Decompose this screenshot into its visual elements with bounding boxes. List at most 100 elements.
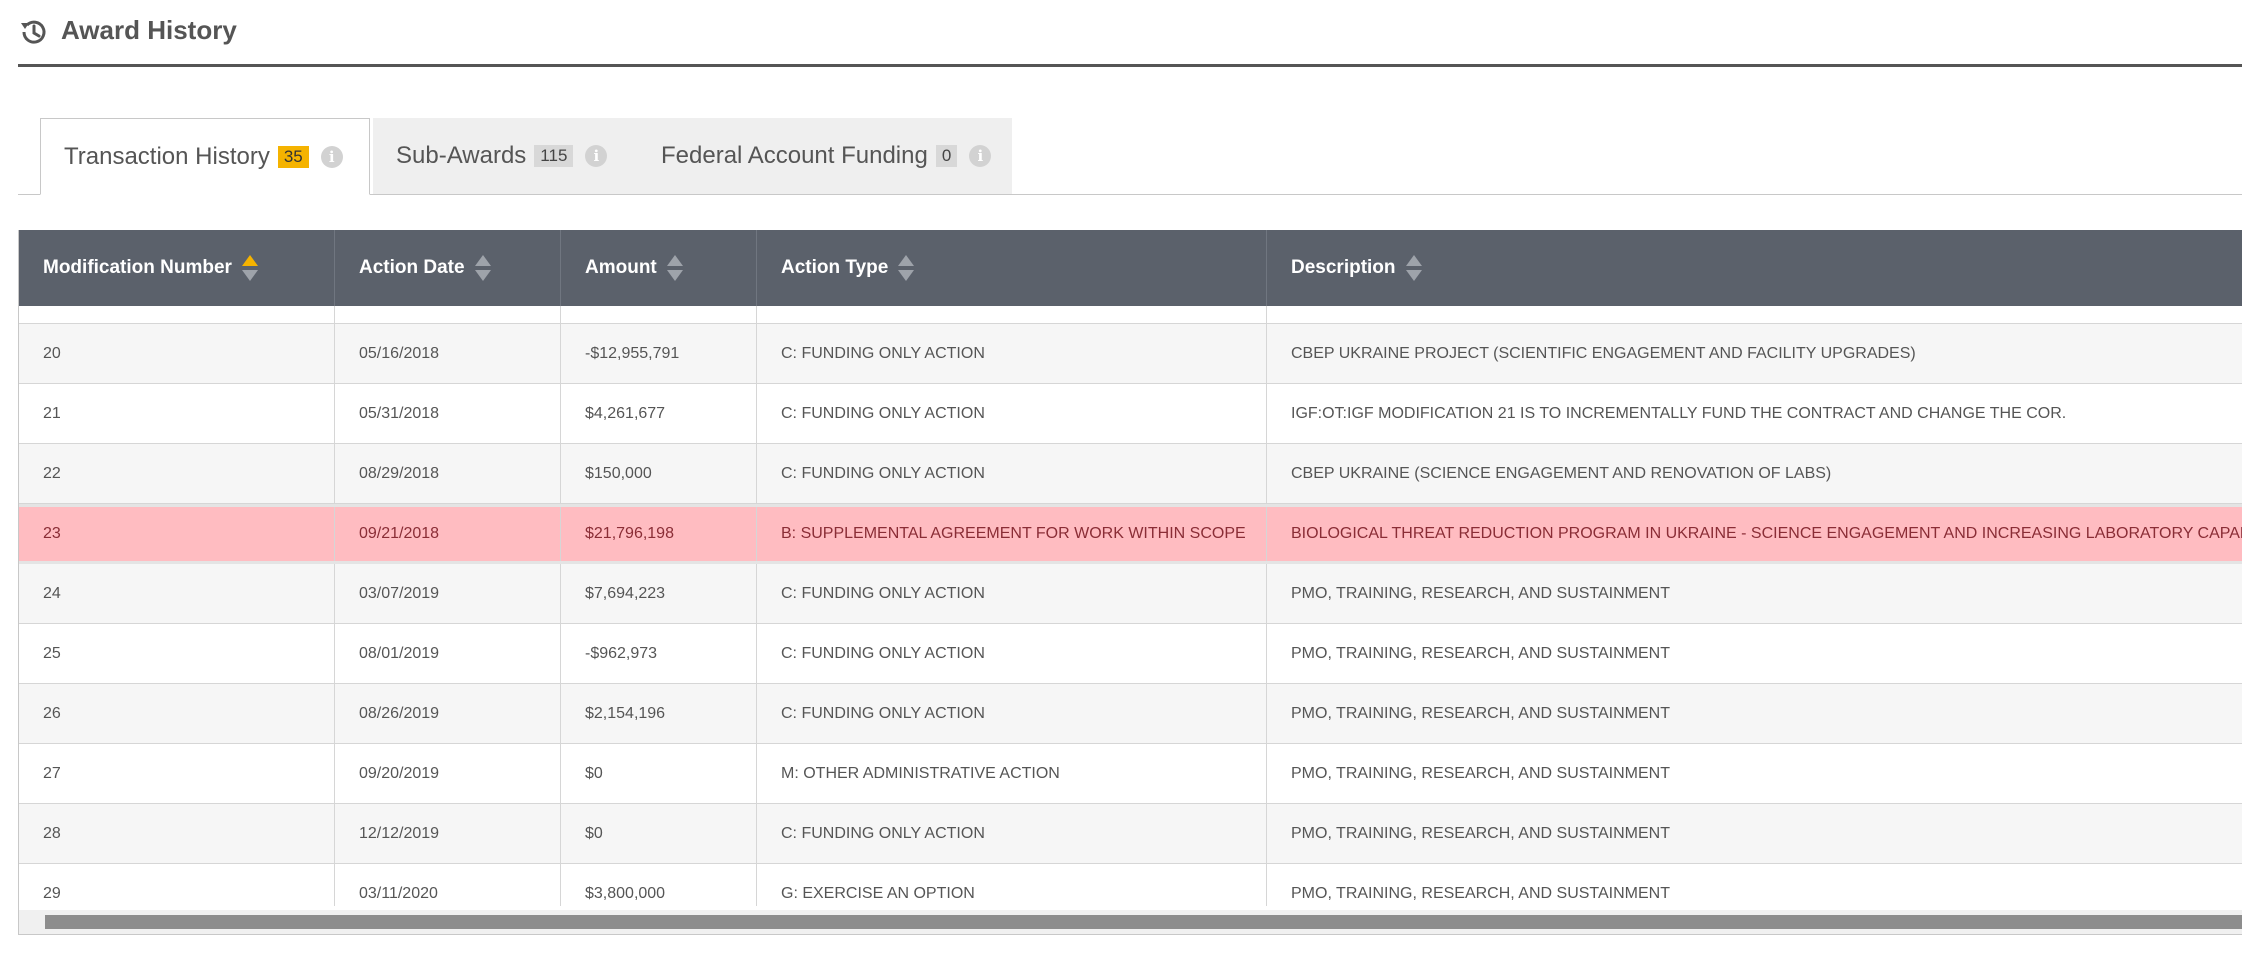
cell-action-date: 08/26/2019 [335,684,561,743]
cell-amount: -$962,973 [561,624,757,683]
page-title: Award History [61,15,237,45]
table-row[interactable]: 26 08/26/2019 $2,154,196 C: FUNDING ONLY AC… [19,684,2242,744]
award-history-page: Award History Transaction History 35 i S… [0,0,2242,968]
tab-count-badge: 115 [534,145,574,167]
cell-action-date: 08/01/2019 [335,624,561,683]
table-row[interactable]: 21 05/31/2018 $4,261,677 C: FUNDING ONLY AC… [19,384,2242,444]
table-row[interactable]: 25 08/01/2019 -$962,973 C: FUNDING ONLY ACT… [19,624,2242,684]
cell-description: CBEP UKRAINE PROJECT (SCIENTIFIC ENGAGEM… [1291,344,1916,362]
column-label: Amount [585,257,657,278]
cell-modification-number: 25 [19,624,335,683]
cell-action-type: C: FUNDING ONLY ACTION [757,564,1267,623]
cell-action-type: C: FUNDING ONLY ACTION [757,804,1267,863]
cell-action-date: 05/16/2018 [335,324,561,383]
transactions-table: Modification Number Action Date Amount A… [18,230,2242,935]
cell-action-date: 09/20/2019 [335,744,561,803]
info-icon[interactable]: i [585,145,608,167]
column-header-modification-number[interactable]: Modification Number [19,230,335,306]
cell-description: IGF:OT:IGF MODIFICATION 21 IS TO INCREME… [1291,404,2067,422]
cell-amount: $150,000 [561,444,757,503]
cell-amount: $2,154,196 [561,684,757,743]
column-header-amount[interactable]: Amount [561,230,757,306]
table-row[interactable]: 23 09/21/2018 $21,796,198 B: SUPPLEMENTAL A… [19,504,2242,564]
cell-modification-number: 23 [19,507,335,561]
table-row[interactable]: 29 03/11/2020 $3,800,000 G: EXERCISE AN OPT… [19,864,2242,906]
cell-action-date: 08/29/2018 [335,444,561,503]
cell-description: BIOLOGICAL THREAT REDUCTION PROGRAM IN U… [1291,525,2242,542]
cell-modification-number: 21 [19,384,335,443]
cell-action-type: C: FUNDING ONLY ACTION [757,444,1267,503]
column-header-action-type[interactable]: Action Type [757,230,1267,306]
column-header-action-date[interactable]: Action Date [335,230,561,306]
column-label: Action Type [781,257,889,278]
column-header-description[interactable]: Description [1267,230,2242,306]
cell-action-date: 12/12/2019 [335,804,561,863]
cell-action-type: C: FUNDING ONLY ACTION [757,624,1267,683]
column-label: Action Date [359,257,465,278]
sort-icon[interactable] [1405,255,1422,281]
cell-amount: $4,261,677 [561,384,757,443]
cell-modification-number: 2 [19,306,335,323]
cell-amount: $21,796,198 [561,507,757,561]
tab-sub-awards[interactable]: Sub-Awards 115 i [373,118,641,194]
horizontal-scrollbar[interactable] [19,910,2242,934]
sort-icon[interactable] [898,255,915,281]
tab-label: Sub-Awards [396,142,527,169]
cell-modification-number: 26 [19,684,335,743]
cell-description: PMO, TRAINING, RESEARCH, AND SUSTAINMENT [1291,644,1671,662]
sort-icon[interactable] [666,255,683,281]
cell-amount: $0 [561,744,757,803]
cell-amount: $0 [561,804,757,863]
tab-label: Transaction History [64,142,270,170]
cell-description: CBEP UKRAINE (SCIENCE ENGAGEMENT AND REN… [1291,464,1832,482]
cell-description: PMO, TRAINING, RESEARCH, AND SUSTAINMENT [1291,824,1671,842]
cell-description: PMO, TRAINING, RESEARCH, AND SUSTAINMENT [1291,764,1671,782]
cell-action-type: C: FUNDING ONLY ACTION [757,324,1267,383]
cell-amount: -$12,955,791 [561,324,757,383]
cell-description: PMO (LEVEL OF EFFORT) [1267,306,2242,323]
cell-action-date: 03/07/2019 [335,564,561,623]
table-row[interactable]: 22 08/29/2018 $150,000 C: FUNDING ONLY ACTI… [19,444,2242,504]
cell-action-date: 03/11/2020 [335,864,561,906]
cell-action-type: M: OTHER ADMINISTRATIVE ACTION [757,744,1267,803]
tab-count-badge: 0 [935,145,958,167]
table-row[interactable]: 28 12/12/2019 $0 C: FUNDING ONLY ACTION PMO,… [19,804,2242,864]
cell-action-date: 05/31/2018 [335,384,561,443]
cell-modification-number: 22 [19,444,335,503]
sort-icon[interactable] [241,255,258,281]
scrollbar-thumb[interactable] [45,915,2242,929]
history-icon [21,20,46,44]
column-label: Modification Number [43,257,232,278]
cell-action-type: C: FUNDING ONLY ACTION [757,684,1267,743]
cell-modification-number: 27 [19,744,335,803]
cell-action-date: 09/21/2018 [335,507,561,561]
cell-amount: $3,800,000 [561,864,757,906]
column-label: Description [1291,257,1396,278]
cell-action-type: C: FUNDING ONLY ACTION [757,384,1267,443]
info-icon[interactable]: i [320,145,343,168]
table-row[interactable]: 205/16/2015$0B: SUPPLEMENTAL AGREEMENT F… [19,306,2242,324]
table-row[interactable]: 27 09/20/2019 $0 M: OTHER ADMINISTRATIVE AC… [19,744,2242,804]
cell-amount: $0 [561,306,757,323]
cell-description: PMO, TRAINING, RESEARCH, AND SUSTAINMENT [1291,584,1671,602]
cell-description: PMO, TRAINING, RESEARCH, AND SUSTAINMENT [1291,884,1671,902]
cell-action-type: B: SUPPLEMENTAL AGREEMENT FOR WORK WITHI… [757,507,1267,561]
tab-bar: Transaction History 35 i Sub-Awards 115 … [18,118,2242,195]
table-row[interactable]: 24 03/07/2019 $7,694,223 C: FUNDING ONLY AC… [19,564,2242,624]
cell-amount: $7,694,223 [561,564,757,623]
table-header: Modification Number Action Date Amount A… [19,230,2242,306]
cell-action-date: 05/16/2015 [335,306,561,323]
table-row[interactable]: 20 05/16/2018 -$12,955,791 C: FUNDING ONLY … [19,324,2242,384]
table-rows: 205/16/2015$0B: SUPPLEMENTAL AGREEMENT F… [19,306,2242,906]
cell-modification-number: 28 [19,804,335,863]
tab-transaction-history[interactable]: Transaction History 35 i [40,118,370,195]
tab-federal-account-funding[interactable]: Federal Account Funding 0 i [638,118,1012,194]
cell-action-type: B: SUPPLEMENTAL AGREEMENT FOR WORK WITHI… [757,306,1267,323]
cell-description: PMO, TRAINING, RESEARCH, AND SUSTAINMENT [1291,704,1671,722]
cell-modification-number: 29 [19,864,335,906]
table-body: 205/16/2015$0B: SUPPLEMENTAL AGREEMENT F… [19,306,2242,906]
cell-modification-number: 24 [19,564,335,623]
sort-icon[interactable] [474,255,491,281]
info-icon[interactable]: i [969,145,992,167]
tab-label: Federal Account Funding [661,142,928,169]
